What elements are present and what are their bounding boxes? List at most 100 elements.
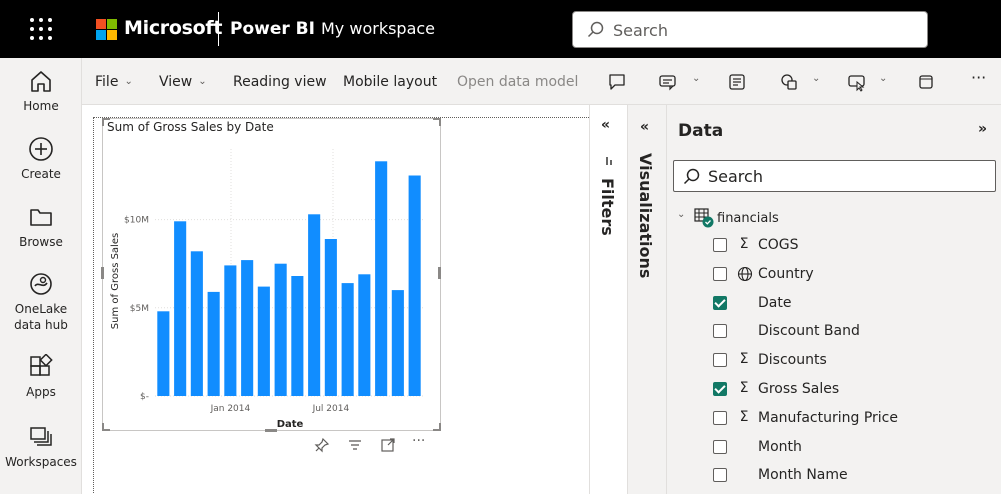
checkbox[interactable] xyxy=(713,411,727,425)
search-icon xyxy=(587,21,604,38)
filters-pane-collapsed[interactable]: « Filters xyxy=(589,105,628,494)
apps-icon xyxy=(30,354,53,376)
more-options-icon[interactable]: ··· xyxy=(412,433,425,449)
brand-divider xyxy=(218,12,219,46)
field-item[interactable]: Σ Manufacturing Price xyxy=(713,409,993,429)
filters-pane-label[interactable]: Filters xyxy=(598,178,617,236)
field-item[interactable]: Month Name xyxy=(713,466,993,486)
global-search-input[interactable]: Search xyxy=(572,11,928,48)
nav-item-browse[interactable]: Browse xyxy=(0,204,82,250)
field-name: Date xyxy=(758,295,792,311)
resize-handle[interactable] xyxy=(439,423,441,431)
bar[interactable] xyxy=(241,260,254,396)
bar[interactable] xyxy=(408,175,421,397)
report-canvas[interactable]: Sum of Gross Sales by Date $- $5M $10M S… xyxy=(82,105,589,494)
open-data-model-button[interactable]: Open data model xyxy=(457,74,578,90)
bar[interactable] xyxy=(375,161,388,396)
checkbox[interactable] xyxy=(713,468,727,482)
product-name[interactable]: Power BI xyxy=(230,19,315,39)
text-box-icon[interactable] xyxy=(658,72,678,92)
file-menu-button[interactable]: File ⌄ xyxy=(95,74,133,90)
visualizations-pane-label[interactable]: Visualizations xyxy=(636,153,655,278)
field-item[interactable]: Σ Discounts xyxy=(713,351,993,371)
bar[interactable] xyxy=(257,286,270,396)
checkbox[interactable] xyxy=(713,267,727,281)
comment-icon[interactable] xyxy=(607,72,627,92)
chevron-down-icon[interactable]: ⌄ xyxy=(812,73,820,84)
chevron-down-icon[interactable]: ⌄ xyxy=(677,209,685,220)
field-name: Gross Sales xyxy=(758,381,840,397)
field-item[interactable]: Σ COGS xyxy=(713,236,993,256)
resize-handle[interactable] xyxy=(265,429,277,432)
field-item[interactable]: Σ Gross Sales xyxy=(713,380,993,400)
resize-handle[interactable] xyxy=(439,118,441,126)
filter-icon[interactable] xyxy=(347,437,363,453)
x-tick-label: Jan 2014 xyxy=(210,404,251,414)
smart-narrative-icon[interactable] xyxy=(727,72,747,92)
bar[interactable] xyxy=(224,265,237,396)
collapse-data-pane-icon[interactable]: » xyxy=(978,121,987,137)
nav-item-home[interactable]: Home xyxy=(0,68,82,114)
bar-chart[interactable]: $- $5M $10M Sum of Gross Sales Jan 2014 … xyxy=(103,119,440,430)
field-name: Discounts xyxy=(758,352,827,368)
onelake-icon xyxy=(30,273,52,295)
field-item[interactable]: Date xyxy=(713,294,993,314)
file-menu-label: File xyxy=(95,74,119,90)
bar-chart-visual[interactable]: Sum of Gross Sales by Date $- $5M $10M S… xyxy=(102,118,441,431)
bar[interactable] xyxy=(207,291,220,396)
more-options-icon[interactable]: ··· xyxy=(971,68,986,87)
bar[interactable] xyxy=(190,251,203,396)
reading-view-button[interactable]: Reading view xyxy=(233,74,327,90)
bar[interactable] xyxy=(358,274,371,396)
bar[interactable] xyxy=(324,239,337,396)
report-toolbar: File ⌄ View ⌄ Reading view Mobile layout O… xyxy=(82,58,1001,105)
mobile-layout-button[interactable]: Mobile layout xyxy=(343,74,437,90)
visualizations-pane-collapsed[interactable]: « Visualizations xyxy=(628,105,667,494)
data-search-input[interactable]: Search xyxy=(673,160,996,192)
data-pane: Data » Search ⌄ financials Σ COGS Country D… xyxy=(667,105,1001,494)
field-item[interactable]: Month xyxy=(713,438,993,458)
resize-handle[interactable] xyxy=(438,267,441,279)
chevron-down-icon[interactable]: ⌄ xyxy=(692,73,700,84)
nav-item-label: Apps xyxy=(26,385,56,399)
plus-circle-icon xyxy=(29,137,53,161)
bar[interactable] xyxy=(341,283,354,396)
bar[interactable] xyxy=(174,221,187,396)
resize-handle[interactable] xyxy=(101,267,104,279)
brand-name[interactable]: Microsoft xyxy=(124,17,222,39)
bar[interactable] xyxy=(291,276,304,396)
chevron-down-icon[interactable]: ⌄ xyxy=(879,73,887,84)
bar[interactable] xyxy=(391,290,404,396)
shapes-icon[interactable] xyxy=(779,72,799,92)
expand-visualizations-icon[interactable]: « xyxy=(640,119,649,135)
table-icon xyxy=(694,208,714,228)
app-launcher-icon[interactable] xyxy=(28,16,54,42)
x-axis-label: Date xyxy=(277,419,304,430)
field-item[interactable]: Country xyxy=(713,265,993,285)
view-menu-button[interactable]: View ⌄ xyxy=(159,74,207,90)
nav-item-workspaces[interactable]: Workspaces xyxy=(0,424,82,470)
checkbox[interactable] xyxy=(713,238,727,252)
resize-handle[interactable] xyxy=(102,423,104,431)
pin-icon[interactable] xyxy=(314,437,330,453)
checkbox-checked[interactable] xyxy=(713,296,727,310)
checkbox[interactable] xyxy=(713,440,727,454)
expand-filters-icon[interactable]: « xyxy=(601,117,610,133)
checkbox[interactable] xyxy=(713,353,727,367)
visual-container-icon[interactable] xyxy=(916,72,936,92)
resize-handle[interactable] xyxy=(102,118,104,126)
nav-item-onelake[interactable]: OneLake data hub xyxy=(0,271,82,333)
field-name: Month xyxy=(758,439,802,455)
bar[interactable] xyxy=(308,214,321,396)
workspace-breadcrumb[interactable]: My workspace xyxy=(321,19,435,38)
focus-mode-icon[interactable] xyxy=(380,437,396,453)
sigma-icon: Σ xyxy=(739,351,749,367)
nav-item-create[interactable]: Create xyxy=(0,136,82,182)
checkbox-checked[interactable] xyxy=(713,382,727,396)
checkbox[interactable] xyxy=(713,324,727,338)
field-item[interactable]: Discount Band xyxy=(713,322,993,342)
bar[interactable] xyxy=(157,311,170,396)
buttons-icon[interactable] xyxy=(847,72,867,92)
bar[interactable] xyxy=(274,263,287,396)
nav-item-apps[interactable]: Apps xyxy=(0,354,82,400)
